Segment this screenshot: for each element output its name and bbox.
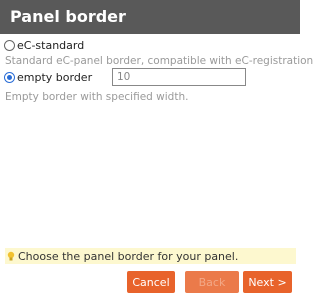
hint-text: Choose the panel border for your panel. [18,249,239,263]
back-button[interactable]: Back [185,271,239,293]
ec-standard-radio[interactable] [4,40,15,51]
option-ec-standard[interactable]: eC-standard [4,39,84,52]
panel-border-dialog: Panel border eC-standard Standard eC-pan… [0,0,313,300]
option-empty-border[interactable]: empty border [4,71,92,84]
ec-standard-label: eC-standard [17,39,85,52]
empty-border-label: empty border [17,71,93,84]
empty-border-description: Empty border with specified width. [5,91,189,103]
hint-bar: Choose the panel border for your panel. [5,248,296,264]
page-title: Panel border [0,0,300,34]
border-width-input[interactable] [112,68,246,86]
cancel-button[interactable]: Cancel [127,271,175,293]
empty-border-radio[interactable] [4,72,15,83]
ec-standard-description: Standard eC-panel border, compatible wit… [5,55,314,67]
next-button[interactable]: Next > [243,271,292,293]
lightbulb-icon [7,251,15,262]
